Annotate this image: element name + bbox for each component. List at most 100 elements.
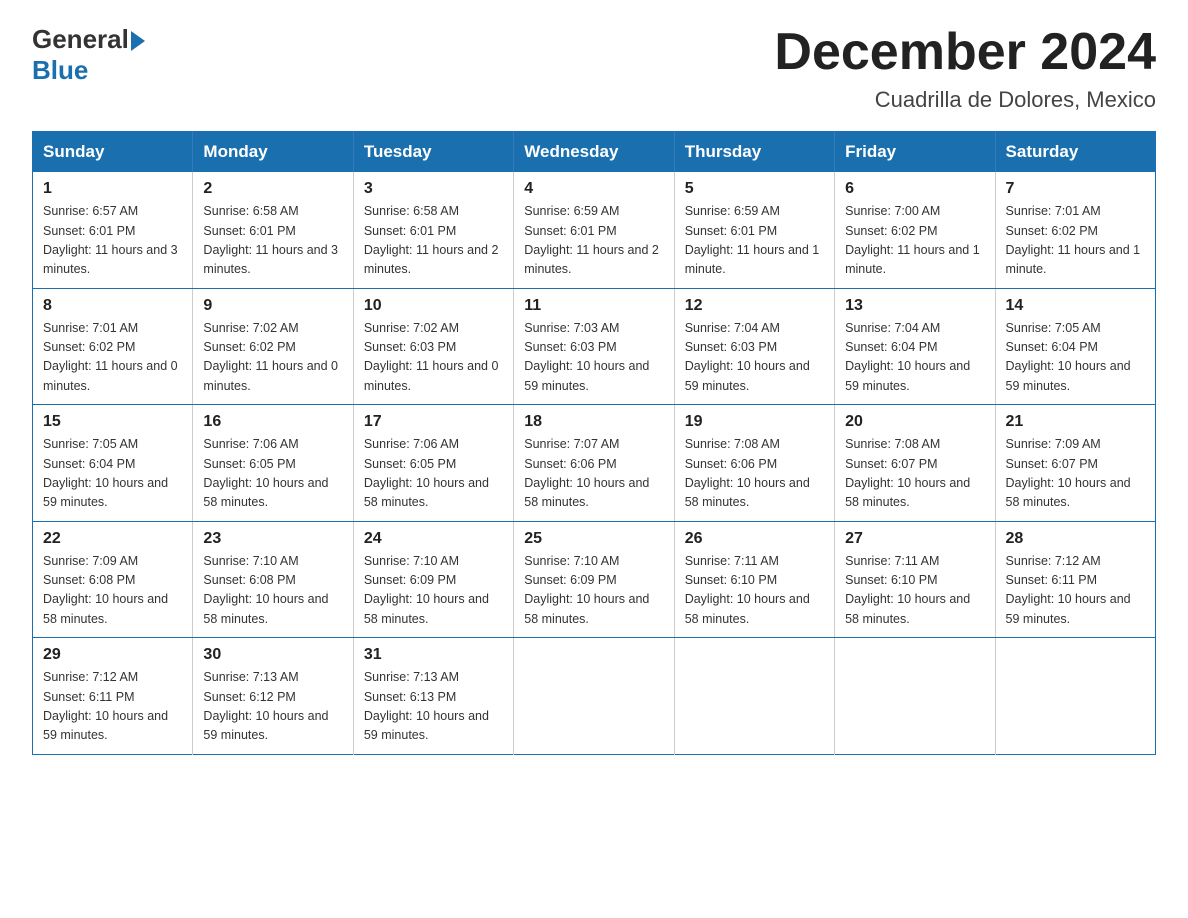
- calendar-cell: 23 Sunrise: 7:10 AM Sunset: 6:08 PM Dayli…: [193, 521, 353, 638]
- day-number: 9: [203, 297, 342, 315]
- day-info: Sunrise: 7:02 AM Sunset: 6:02 PM Dayligh…: [203, 319, 342, 397]
- day-number: 22: [43, 530, 182, 548]
- day-number: 31: [364, 646, 503, 664]
- day-info: Sunrise: 6:59 AM Sunset: 6:01 PM Dayligh…: [524, 202, 663, 280]
- location-title: Cuadrilla de Dolores, Mexico: [774, 87, 1156, 113]
- calendar-cell: 3Sunrise: 6:58 AM Sunset: 6:01 PM Daylig…: [353, 172, 513, 288]
- day-number: 29: [43, 646, 182, 664]
- calendar-cell: 16 Sunrise: 7:06 AM Sunset: 6:05 PM Dayli…: [193, 405, 353, 522]
- weekday-header-tuesday: Tuesday: [353, 132, 513, 173]
- calendar-cell: 2Sunrise: 6:58 AM Sunset: 6:01 PM Daylig…: [193, 172, 353, 288]
- calendar-cell: [674, 638, 834, 755]
- calendar-week-row: 22Sunrise: 7:09 AM Sunset: 6:08 PM Dayli…: [33, 521, 1156, 638]
- day-number: 24: [364, 530, 503, 548]
- day-info: Sunrise: 7:13 AM Sunset: 6:13 PM Dayligh…: [364, 668, 503, 746]
- day-number: 16: [203, 413, 342, 431]
- calendar-week-row: 8Sunrise: 7:01 AM Sunset: 6:02 PM Daylig…: [33, 288, 1156, 405]
- day-info: Sunrise: 7:06 AM Sunset: 6:05 PM Dayligh…: [203, 435, 342, 513]
- day-info: Sunrise: 7:07 AM Sunset: 6:06 PM Dayligh…: [524, 435, 663, 513]
- day-number: 18: [524, 413, 663, 431]
- day-number: 14: [1006, 297, 1145, 315]
- day-info: Sunrise: 7:08 AM Sunset: 6:06 PM Dayligh…: [685, 435, 824, 513]
- day-info: Sunrise: 7:13 AM Sunset: 6:12 PM Dayligh…: [203, 668, 342, 746]
- day-info: Sunrise: 7:01 AM Sunset: 6:02 PM Dayligh…: [1006, 202, 1145, 280]
- day-info: Sunrise: 7:06 AM Sunset: 6:05 PM Dayligh…: [364, 435, 503, 513]
- day-info: Sunrise: 7:10 AM Sunset: 6:09 PM Dayligh…: [364, 552, 503, 630]
- day-number: 27: [845, 530, 984, 548]
- header: General Blue December 2024 Cuadrilla de …: [32, 24, 1156, 113]
- calendar-cell: 10 Sunrise: 7:02 AM Sunset: 6:03 PM Dayli…: [353, 288, 513, 405]
- calendar-cell: 26 Sunrise: 7:11 AM Sunset: 6:10 PM Dayli…: [674, 521, 834, 638]
- weekday-header-thursday: Thursday: [674, 132, 834, 173]
- weekday-header-friday: Friday: [835, 132, 995, 173]
- calendar-cell: 11Sunrise: 7:03 AM Sunset: 6:03 PM Dayli…: [514, 288, 674, 405]
- day-number: 11: [524, 297, 663, 315]
- day-info: Sunrise: 6:57 AM Sunset: 6:01 PM Dayligh…: [43, 202, 182, 280]
- calendar-cell: 18 Sunrise: 7:07 AM Sunset: 6:06 PM Dayli…: [514, 405, 674, 522]
- calendar-cell: 5 Sunrise: 6:59 AM Sunset: 6:01 PM Daylig…: [674, 172, 834, 288]
- day-number: 28: [1006, 530, 1145, 548]
- calendar-cell: 14 Sunrise: 7:05 AM Sunset: 6:04 PM Dayli…: [995, 288, 1155, 405]
- day-info: Sunrise: 7:04 AM Sunset: 6:04 PM Dayligh…: [845, 319, 984, 397]
- day-number: 26: [685, 530, 824, 548]
- day-number: 10: [364, 297, 503, 315]
- day-info: Sunrise: 7:11 AM Sunset: 6:10 PM Dayligh…: [845, 552, 984, 630]
- calendar-cell: 4 Sunrise: 6:59 AM Sunset: 6:01 PM Daylig…: [514, 172, 674, 288]
- day-number: 5: [685, 180, 824, 198]
- logo-arrow-icon: [131, 31, 145, 51]
- day-info: Sunrise: 7:00 AM Sunset: 6:02 PM Dayligh…: [845, 202, 984, 280]
- calendar-cell: 25 Sunrise: 7:10 AM Sunset: 6:09 PM Dayli…: [514, 521, 674, 638]
- day-number: 20: [845, 413, 984, 431]
- calendar-table: SundayMondayTuesdayWednesdayThursdayFrid…: [32, 131, 1156, 755]
- calendar-cell: [514, 638, 674, 755]
- day-number: 1: [43, 180, 182, 198]
- calendar-cell: 1 Sunrise: 6:57 AM Sunset: 6:01 PM Daylig…: [33, 172, 193, 288]
- day-number: 3: [364, 180, 503, 198]
- day-number: 13: [845, 297, 984, 315]
- day-number: 4: [524, 180, 663, 198]
- calendar-cell: 7Sunrise: 7:01 AM Sunset: 6:02 PM Daylig…: [995, 172, 1155, 288]
- day-info: Sunrise: 7:05 AM Sunset: 6:04 PM Dayligh…: [1006, 319, 1145, 397]
- calendar-cell: 27 Sunrise: 7:11 AM Sunset: 6:10 PM Dayli…: [835, 521, 995, 638]
- calendar-week-row: 1 Sunrise: 6:57 AM Sunset: 6:01 PM Daylig…: [33, 172, 1156, 288]
- day-number: 17: [364, 413, 503, 431]
- calendar-cell: 8Sunrise: 7:01 AM Sunset: 6:02 PM Daylig…: [33, 288, 193, 405]
- calendar-cell: 21Sunrise: 7:09 AM Sunset: 6:07 PM Dayli…: [995, 405, 1155, 522]
- day-number: 25: [524, 530, 663, 548]
- day-info: Sunrise: 6:59 AM Sunset: 6:01 PM Dayligh…: [685, 202, 824, 280]
- day-info: Sunrise: 7:10 AM Sunset: 6:09 PM Dayligh…: [524, 552, 663, 630]
- calendar-cell: 15 Sunrise: 7:05 AM Sunset: 6:04 PM Dayli…: [33, 405, 193, 522]
- day-number: 23: [203, 530, 342, 548]
- weekday-header-saturday: Saturday: [995, 132, 1155, 173]
- calendar-cell: [995, 638, 1155, 755]
- calendar-cell: 6Sunrise: 7:00 AM Sunset: 6:02 PM Daylig…: [835, 172, 995, 288]
- day-number: 15: [43, 413, 182, 431]
- weekday-header-sunday: Sunday: [33, 132, 193, 173]
- day-info: Sunrise: 7:10 AM Sunset: 6:08 PM Dayligh…: [203, 552, 342, 630]
- calendar-cell: 17 Sunrise: 7:06 AM Sunset: 6:05 PM Dayli…: [353, 405, 513, 522]
- calendar-cell: 31 Sunrise: 7:13 AM Sunset: 6:13 PM Dayli…: [353, 638, 513, 755]
- day-info: Sunrise: 7:01 AM Sunset: 6:02 PM Dayligh…: [43, 319, 182, 397]
- calendar-cell: 9 Sunrise: 7:02 AM Sunset: 6:02 PM Daylig…: [193, 288, 353, 405]
- month-title: December 2024: [774, 24, 1156, 81]
- day-info: Sunrise: 7:12 AM Sunset: 6:11 PM Dayligh…: [1006, 552, 1145, 630]
- weekday-header-row: SundayMondayTuesdayWednesdayThursdayFrid…: [33, 132, 1156, 173]
- day-info: Sunrise: 7:08 AM Sunset: 6:07 PM Dayligh…: [845, 435, 984, 513]
- calendar-week-row: 29 Sunrise: 7:12 AM Sunset: 6:11 PM Dayli…: [33, 638, 1156, 755]
- day-info: Sunrise: 7:04 AM Sunset: 6:03 PM Dayligh…: [685, 319, 824, 397]
- calendar-cell: 30Sunrise: 7:13 AM Sunset: 6:12 PM Dayli…: [193, 638, 353, 755]
- day-info: Sunrise: 7:02 AM Sunset: 6:03 PM Dayligh…: [364, 319, 503, 397]
- calendar-cell: 28 Sunrise: 7:12 AM Sunset: 6:11 PM Dayli…: [995, 521, 1155, 638]
- page-container: General Blue December 2024 Cuadrilla de …: [32, 24, 1156, 755]
- day-info: Sunrise: 7:11 AM Sunset: 6:10 PM Dayligh…: [685, 552, 824, 630]
- day-info: Sunrise: 7:09 AM Sunset: 6:07 PM Dayligh…: [1006, 435, 1145, 513]
- day-info: Sunrise: 7:12 AM Sunset: 6:11 PM Dayligh…: [43, 668, 182, 746]
- day-info: Sunrise: 7:05 AM Sunset: 6:04 PM Dayligh…: [43, 435, 182, 513]
- day-number: 19: [685, 413, 824, 431]
- day-info: Sunrise: 6:58 AM Sunset: 6:01 PM Dayligh…: [203, 202, 342, 280]
- calendar-cell: 12 Sunrise: 7:04 AM Sunset: 6:03 PM Dayli…: [674, 288, 834, 405]
- weekday-header-wednesday: Wednesday: [514, 132, 674, 173]
- logo-blue-text: Blue: [32, 55, 88, 86]
- day-number: 12: [685, 297, 824, 315]
- calendar-cell: 24 Sunrise: 7:10 AM Sunset: 6:09 PM Dayli…: [353, 521, 513, 638]
